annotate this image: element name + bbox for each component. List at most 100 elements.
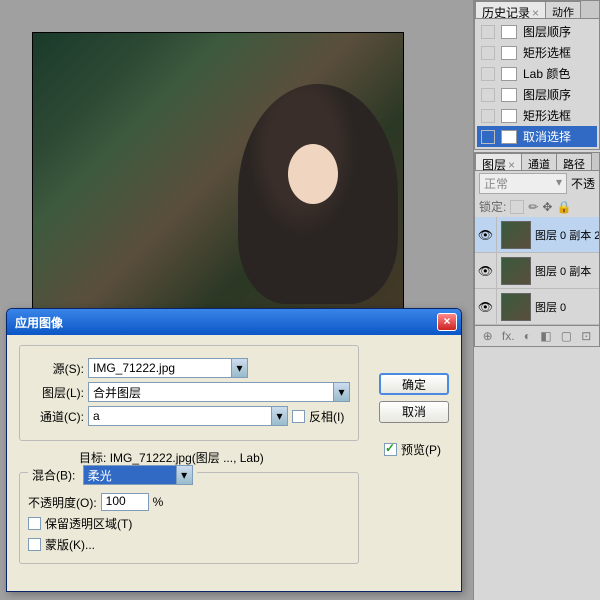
layer-value: 合并图层 — [93, 384, 141, 401]
layer-name: 图层 0 副本 2 — [535, 227, 599, 243]
lock-all-icon[interactable]: 🔒 — [556, 200, 571, 214]
checkbox-checked-icon — [384, 443, 397, 456]
history-checkbox — [481, 88, 495, 102]
opacity-unit: % — [153, 495, 164, 509]
checkbox-icon — [28, 538, 41, 551]
close-icon[interactable]: × — [532, 6, 539, 20]
mask-checkbox[interactable]: 蒙版(K)... — [28, 536, 350, 553]
tab-layers[interactable]: 图层× — [475, 153, 522, 170]
history-checkbox — [481, 25, 495, 39]
chevron-down-icon: ▾ — [333, 383, 349, 401]
preserve-checkbox[interactable]: 保留透明区域(T) — [28, 515, 350, 532]
history-label: 图层顺序 — [523, 23, 571, 40]
invert-checkbox[interactable]: 反相(I) — [292, 408, 344, 425]
apply-image-dialog: 应用图像 × 源(S): IMG_71222.jpg ▾ 图层(L): 合并图层… — [6, 308, 462, 592]
target-label: 目标: — [79, 451, 106, 465]
visibility-icon[interactable]: 👁 — [475, 289, 497, 324]
opacity-input[interactable]: 100 — [101, 493, 149, 511]
lock-row: 锁定: ✏ ✥ 🔒 — [475, 196, 599, 217]
portrait-area — [238, 84, 398, 304]
layer-select[interactable]: 合并图层 ▾ — [88, 382, 350, 402]
history-checkbox — [481, 130, 495, 144]
history-tabs: 历史记录× 动作 — [475, 1, 599, 19]
layers-tabs: 图层× 通道 路径 — [475, 153, 599, 171]
history-item[interactable]: 图层顺序 — [477, 84, 597, 105]
right-panels: 历史记录× 动作 图层顺序矩形选框Lab 颜色图层顺序矩形选框取消选择 图层× … — [473, 0, 600, 600]
history-label: Lab 颜色 — [523, 65, 570, 82]
layer-item[interactable]: 👁图层 0 副本 — [475, 253, 599, 289]
history-panel: 历史记录× 动作 图层顺序矩形选框Lab 颜色图层顺序矩形选框取消选择 — [474, 0, 600, 150]
layer-item[interactable]: 👁 图层 0 副本 2 — [475, 217, 599, 253]
history-checkbox — [481, 46, 495, 60]
close-icon[interactable]: × — [508, 158, 515, 172]
history-item[interactable]: 图层顺序 — [477, 21, 597, 42]
layer-list: 👁 图层 0 副本 2 👁图层 0 副本👁 图层 0 — [475, 217, 599, 325]
history-item[interactable]: 矩形选框 — [477, 105, 597, 126]
layers-panel: 图层× 通道 路径 正常▾ 不透 锁定: ✏ ✥ 🔒 👁图层 0 副本 2👁图层… — [474, 152, 600, 347]
dialog-body: 源(S): IMG_71222.jpg ▾ 图层(L): 合并图层 ▾ 通道(C… — [7, 335, 461, 591]
blend-fieldset: 混合(B): 柔光 ▾ 不透明度(O): 100 % 保留透明区域(T) 蒙版(… — [19, 472, 359, 564]
layer-item[interactable]: 👁 图层 0 — [475, 289, 599, 325]
source-select[interactable]: IMG_71222.jpg ▾ — [88, 358, 248, 378]
history-item[interactable]: 矩形选框 — [477, 42, 597, 63]
layer-name: 图层 0 — [535, 299, 599, 315]
history-label: 矩形选框 — [523, 44, 571, 61]
blend-select[interactable]: 柔光 ▾ — [83, 465, 193, 485]
tab-history[interactable]: 历史记录× — [475, 1, 546, 18]
dialog-buttons: 确定 取消 — [379, 373, 449, 423]
ok-button[interactable]: 确定 — [379, 373, 449, 395]
close-button[interactable]: × — [437, 313, 457, 331]
history-label: 图层顺序 — [523, 86, 571, 103]
tab-actions[interactable]: 动作 — [545, 1, 581, 18]
chevron-down-icon: ▾ — [231, 359, 247, 377]
canvas-image — [32, 32, 404, 310]
layer-thumb — [501, 293, 531, 321]
history-item[interactable]: Lab 颜色 — [477, 63, 597, 84]
history-step-icon — [501, 46, 517, 60]
history-checkbox — [481, 109, 495, 123]
brush-icon[interactable]: ✏ — [528, 200, 538, 214]
face — [288, 144, 338, 204]
cancel-button[interactable]: 取消 — [379, 401, 449, 423]
footer-icon[interactable]: ▢ — [561, 329, 572, 343]
blend-mode-select[interactable]: 正常▾ — [479, 173, 567, 194]
visibility-icon[interactable]: 👁 — [475, 217, 497, 252]
layer-thumb — [501, 257, 531, 285]
history-item[interactable]: 取消选择 — [477, 126, 597, 147]
blend-value: 柔光 — [88, 467, 112, 484]
chevron-down-icon: ▾ — [176, 466, 192, 484]
preserve-label: 保留透明区域(T) — [45, 515, 132, 532]
target-value: IMG_71222.jpg(图层 ..., Lab) — [110, 451, 264, 465]
history-step-icon — [501, 88, 517, 102]
preview-label: 预览(P) — [401, 441, 441, 458]
move-icon[interactable]: ✥ — [542, 200, 552, 214]
layer-thumb — [501, 221, 531, 249]
lock-label: 锁定: — [479, 198, 506, 215]
checkbox-icon — [28, 517, 41, 530]
history-label: 矩形选框 — [523, 107, 571, 124]
footer-icon[interactable]: ⊡ — [581, 329, 591, 343]
footer-icon[interactable]: ◐ — [524, 329, 531, 343]
lock-transparency-icon[interactable] — [510, 200, 524, 214]
visibility-icon[interactable]: 👁 — [475, 253, 497, 288]
layers-footer: ⊕ fx. ◐ ◧ ▢ ⊡ — [475, 325, 599, 346]
channel-select[interactable]: a ▾ — [88, 406, 288, 426]
tab-channels[interactable]: 通道 — [521, 153, 557, 170]
channel-value: a — [93, 409, 100, 423]
history-step-icon — [501, 109, 517, 123]
invert-label: 反相(I) — [309, 408, 344, 425]
tab-paths[interactable]: 路径 — [556, 153, 592, 170]
opacity-short-label: 不透 — [571, 175, 595, 192]
history-list: 图层顺序矩形选框Lab 颜色图层顺序矩形选框取消选择 — [475, 19, 599, 149]
footer-icon[interactable]: ⊕ — [483, 329, 493, 343]
dialog-titlebar[interactable]: 应用图像 × — [7, 309, 461, 335]
checkbox-icon — [292, 410, 305, 423]
preview-checkbox[interactable]: 预览(P) — [384, 441, 441, 458]
channel-label: 通道(C): — [28, 408, 84, 425]
chevron-down-icon: ▾ — [271, 407, 287, 425]
footer-icon[interactable]: fx. — [502, 329, 515, 343]
layer-label: 图层(L): — [28, 384, 84, 401]
chevron-down-icon: ▾ — [556, 175, 562, 192]
dialog-title: 应用图像 — [11, 314, 437, 331]
footer-icon[interactable]: ◧ — [540, 329, 551, 343]
